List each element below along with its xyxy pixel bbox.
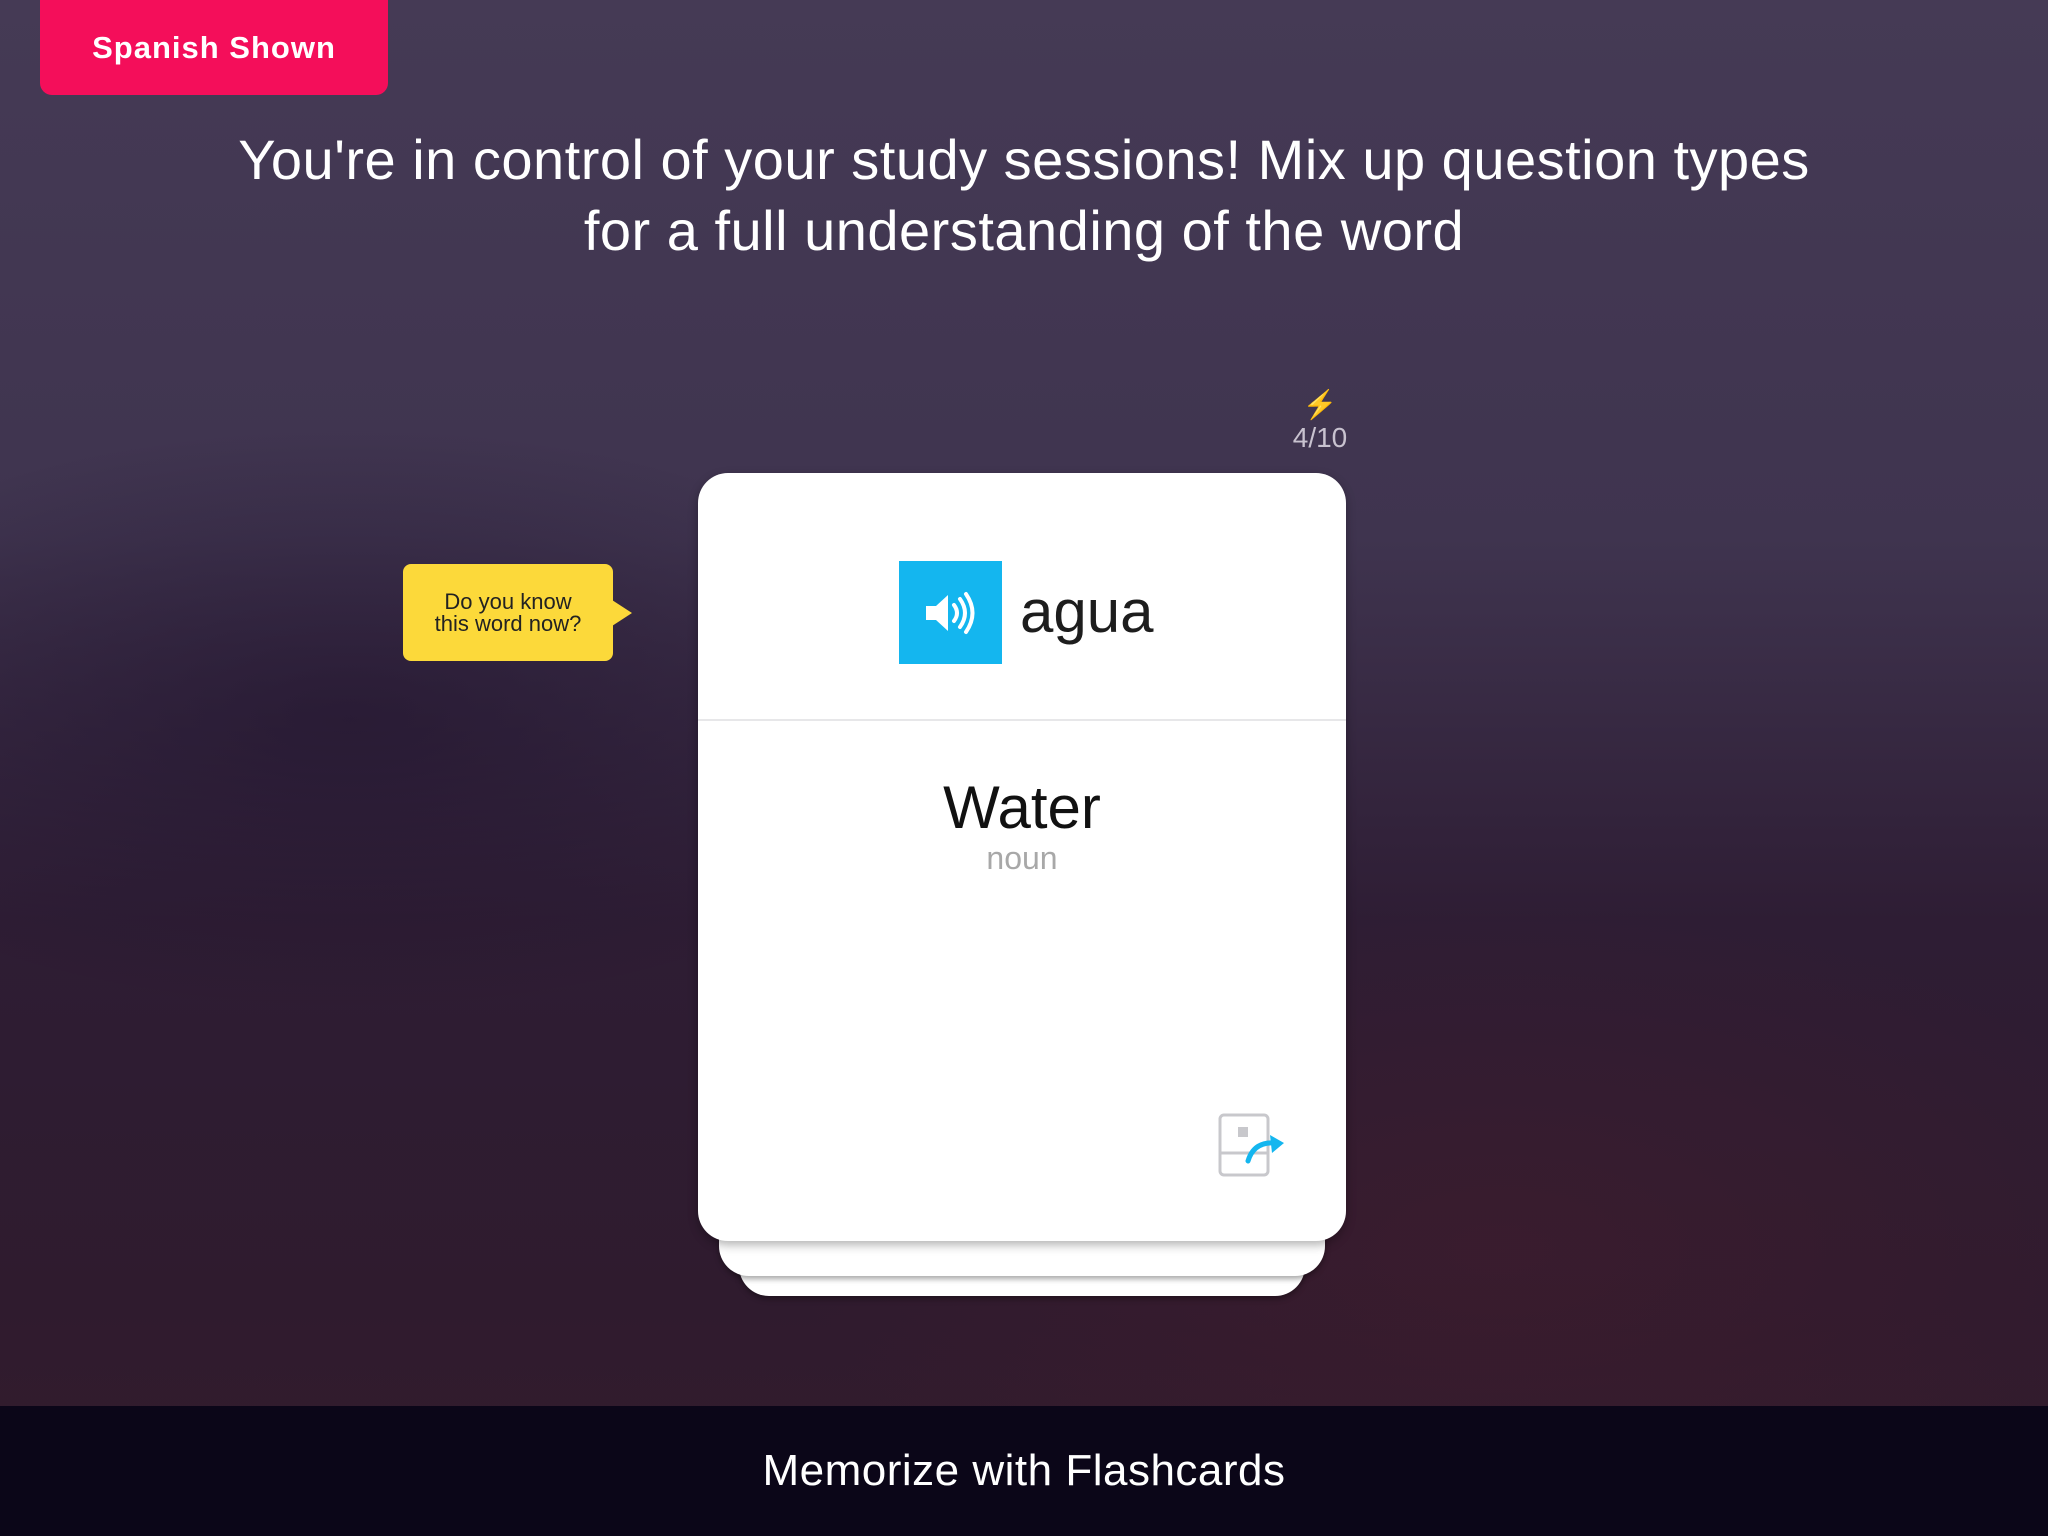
mode-badge[interactable]: Spanish Shown [40, 0, 388, 95]
play-audio-button[interactable] [899, 561, 1002, 664]
flip-card-icon [1218, 1113, 1284, 1177]
part-of-speech: noun [986, 840, 1058, 876]
footer-caption: Memorize with Flashcards [762, 1446, 1286, 1495]
progress-indicator: ⚡ 4/10 [1270, 390, 1370, 456]
footer-caption-bar: Memorize with Flashcards [0, 1406, 2048, 1536]
flashcard-translation: Water [943, 774, 1101, 841]
headline: You're in control of your study sessions… [140, 124, 1908, 266]
progress-count: 4/10 [1292, 422, 1348, 453]
know-word-tooltip: Do you know this word now? [403, 564, 632, 661]
tooltip-line-2: this word now? [434, 610, 582, 636]
flip-card-button[interactable] [1218, 1113, 1290, 1177]
headline-line-1: You're in control of your study sessions… [238, 128, 1810, 191]
flashcard-front-section: agua [698, 473, 1346, 721]
mode-badge-label: Spanish Shown [92, 29, 336, 65]
headline-line-2: for a full understanding of the word [583, 199, 1465, 262]
flashcard[interactable]: agua Water noun [698, 473, 1346, 1241]
lightning-icon: ⚡ [1302, 389, 1338, 420]
speaker-icon [925, 591, 974, 634]
tooltip-line-1: Do you know [444, 588, 572, 614]
flashcard-word: agua [1020, 578, 1154, 645]
